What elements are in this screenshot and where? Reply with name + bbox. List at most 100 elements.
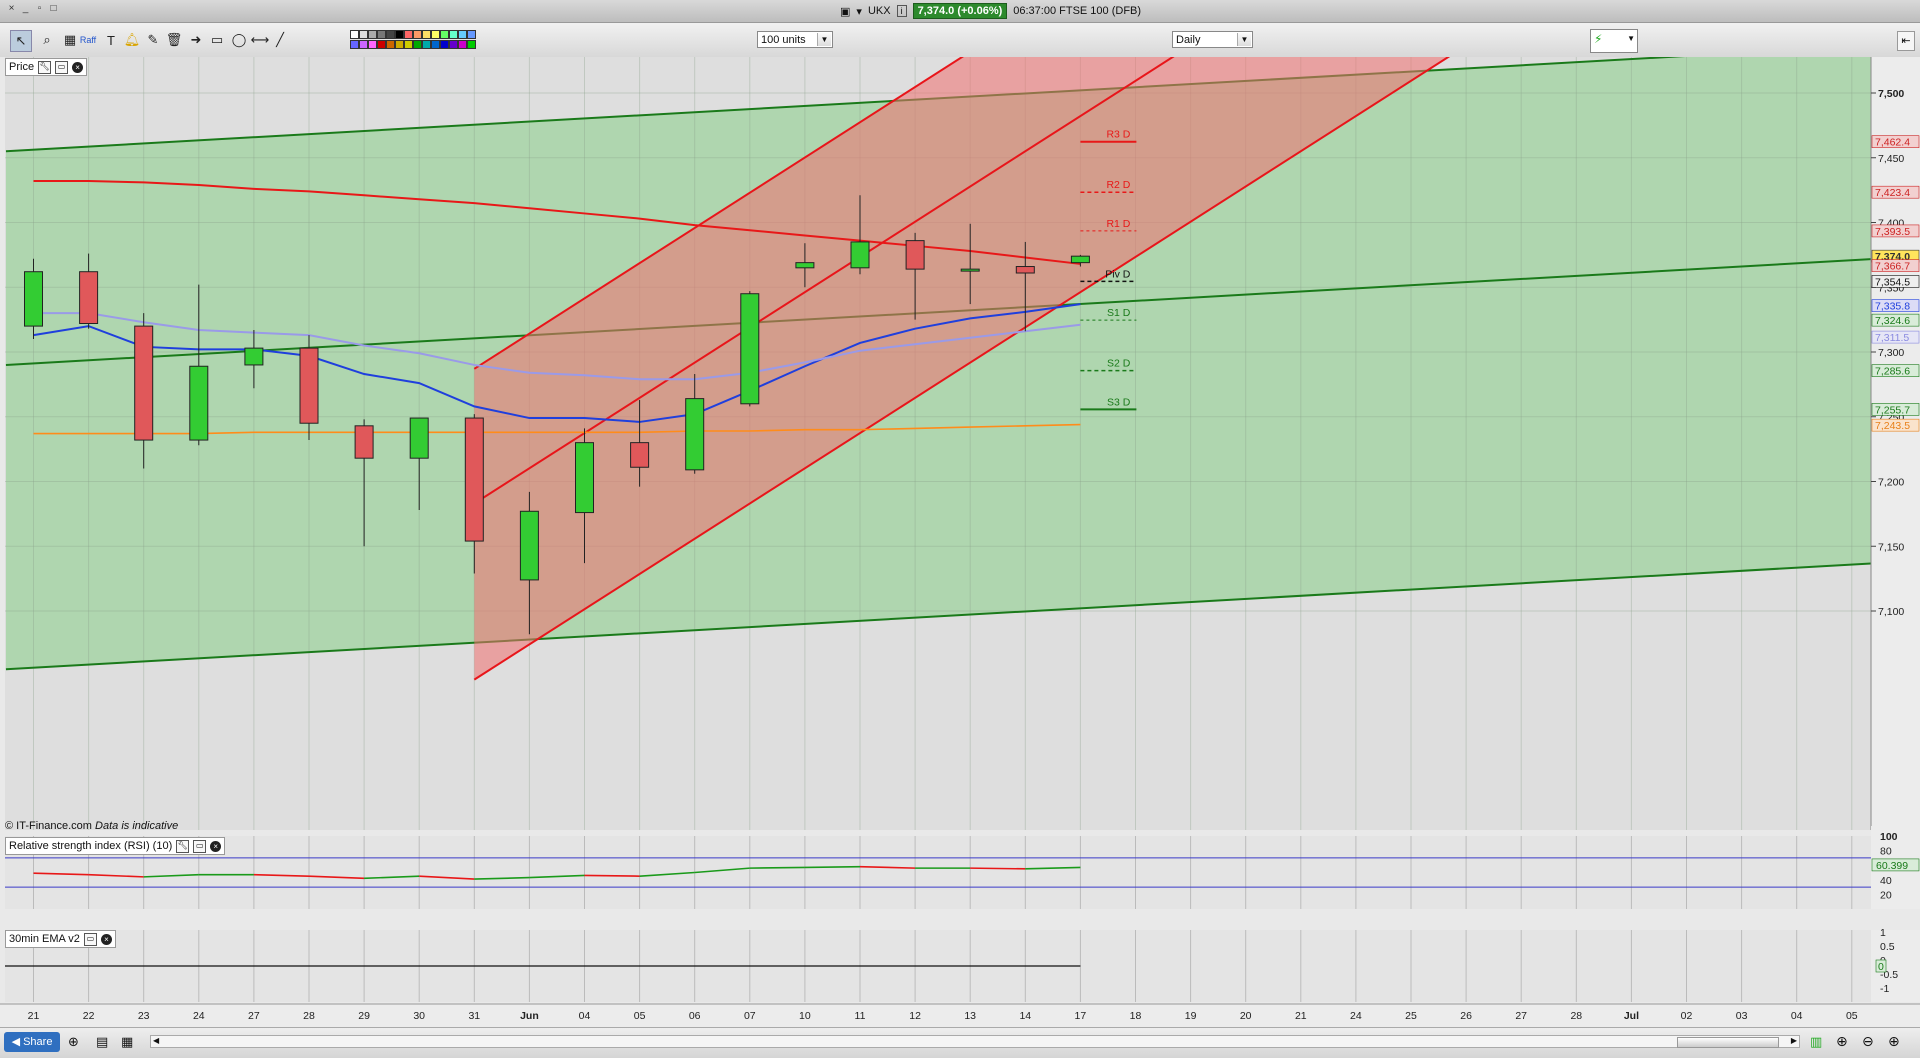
price-tick-label: 7,300 xyxy=(1878,347,1904,359)
candle-body[interactable] xyxy=(850,241,870,269)
chart-type-icon[interactable]: ▥ xyxy=(1810,1034,1822,1050)
trash-icon[interactable]: 🗑︎ xyxy=(164,30,184,50)
pin-icon[interactable]: ⇤ xyxy=(1897,31,1915,51)
candle-body[interactable] xyxy=(519,510,539,581)
color-swatch[interactable] xyxy=(440,40,449,49)
candle-body[interactable] xyxy=(740,293,760,405)
zoom-in-icon[interactable]: ⊕ xyxy=(1888,1033,1900,1050)
color-swatch[interactable] xyxy=(458,40,467,49)
candle-body[interactable] xyxy=(409,417,429,459)
maximize-panel-icon[interactable]: ▭ xyxy=(83,932,97,946)
ellipse-tool-icon[interactable]: ◯ xyxy=(229,30,249,50)
interval-select[interactable]: Daily ▼ xyxy=(1172,31,1253,48)
color-swatch[interactable] xyxy=(449,40,458,49)
raff-channel-icon[interactable]: Raff xyxy=(78,30,98,50)
color-swatch[interactable] xyxy=(395,40,404,49)
info-icon[interactable]: i xyxy=(896,5,907,17)
pen-tool-icon[interactable]: ✎ xyxy=(143,30,163,50)
chart-tool-icon[interactable]: ▦ xyxy=(60,30,80,50)
close-panel-icon[interactable]: × xyxy=(210,840,222,852)
color-swatch[interactable] xyxy=(350,40,359,49)
trendline-tool-icon[interactable]: ╱ xyxy=(270,30,290,50)
color-swatch[interactable] xyxy=(449,30,458,39)
maximize-panel-icon[interactable]: ▭ xyxy=(193,839,207,853)
color-swatch[interactable] xyxy=(467,40,476,49)
alert-bell-icon[interactable]: 🔔︎ xyxy=(122,30,142,50)
color-swatch[interactable] xyxy=(386,30,395,39)
text-tool-icon[interactable]: T xyxy=(101,30,121,50)
candle-body[interactable] xyxy=(464,417,484,542)
candle-body[interactable] xyxy=(244,347,264,366)
zoom-icon[interactable]: ⌕ xyxy=(37,30,57,50)
candle-body[interactable] xyxy=(79,271,99,325)
restore-window-icon[interactable]: ▫ xyxy=(34,4,45,15)
candle-body[interactable] xyxy=(1070,255,1090,264)
rsi-tick-label: 40 xyxy=(1880,875,1892,887)
close-panel-icon[interactable]: × xyxy=(100,933,112,945)
units-select[interactable]: 100 units ▼ xyxy=(757,31,833,48)
scroll-right-icon[interactable]: ▶ xyxy=(1791,1036,1797,1045)
time-tick-label: 02 xyxy=(1681,1010,1693,1022)
time-tick-label: 05 xyxy=(634,1010,646,1022)
color-swatch[interactable] xyxy=(377,30,386,39)
candle-body[interactable] xyxy=(134,325,154,441)
color-swatch[interactable] xyxy=(404,30,413,39)
minimize-window-icon[interactable]: _ xyxy=(20,4,31,15)
close-window-icon[interactable]: × xyxy=(6,4,17,15)
color-swatch[interactable] xyxy=(359,30,368,39)
settings-wrench-icon[interactable]: 🔧︎ xyxy=(38,60,52,74)
candle-body[interactable] xyxy=(575,442,594,514)
color-swatch[interactable] xyxy=(413,40,422,49)
candle-body[interactable] xyxy=(189,365,209,441)
scroll-left-icon[interactable]: ◀ xyxy=(153,1036,159,1045)
pointer-icon[interactable]: ↖ xyxy=(10,30,32,52)
color-swatch[interactable] xyxy=(422,40,431,49)
zoom-out-icon[interactable]: ⊖ xyxy=(1862,1033,1874,1050)
link-icon[interactable]: ⊕ xyxy=(68,1034,79,1050)
candle-body[interactable] xyxy=(960,268,980,272)
share-button[interactable]: ◀ Share xyxy=(4,1032,60,1052)
color-swatch[interactable] xyxy=(368,30,377,39)
candle-body[interactable] xyxy=(795,262,815,269)
time-tick-label: 28 xyxy=(1570,1010,1582,1022)
calculator-icon[interactable]: ▤ xyxy=(96,1034,108,1050)
scroll-thumb[interactable] xyxy=(1677,1037,1779,1048)
arrow-tool-icon[interactable]: ➜ xyxy=(186,30,206,50)
color-swatch[interactable] xyxy=(404,40,413,49)
candle-body[interactable] xyxy=(630,442,650,468)
chart-style-button[interactable]: ⚡︎ ▼ xyxy=(1590,29,1638,53)
candle-body[interactable] xyxy=(1015,266,1035,274)
time-tick-label: 28 xyxy=(303,1010,315,1022)
color-swatch[interactable] xyxy=(368,40,377,49)
color-swatch[interactable] xyxy=(395,30,404,39)
color-swatch[interactable] xyxy=(422,30,431,39)
color-swatch[interactable] xyxy=(386,40,395,49)
color-swatch[interactable] xyxy=(377,40,386,49)
color-swatch[interactable] xyxy=(440,30,449,39)
candle-body[interactable] xyxy=(685,398,705,471)
price-chart[interactable]: R3 D R2 D R1 D Piv D S1 D S2 D S3 D 7,100 7,150… xyxy=(0,57,1920,1027)
horizontal-scrollbar[interactable]: ◀ ▶ xyxy=(150,1035,1800,1048)
color-swatch[interactable] xyxy=(431,30,440,39)
maximize-window-icon[interactable]: □ xyxy=(48,4,59,15)
color-swatch[interactable] xyxy=(359,40,368,49)
color-swatch[interactable] xyxy=(467,30,476,39)
color-swatch[interactable] xyxy=(431,40,440,49)
rectangle-tool-icon[interactable]: ▭ xyxy=(207,30,227,50)
close-panel-icon[interactable]: × xyxy=(72,61,84,73)
maximize-panel-icon[interactable]: ▭ xyxy=(55,60,69,74)
candle-body[interactable] xyxy=(24,271,43,327)
color-swatch[interactable] xyxy=(458,30,467,39)
crosshair-icon[interactable]: ⊕ xyxy=(1836,1033,1848,1050)
candle-body[interactable] xyxy=(299,347,319,424)
candle-body[interactable] xyxy=(354,425,374,459)
settings-wrench-icon[interactable]: 🔧︎ xyxy=(176,839,190,853)
table-icon[interactable]: ▦ xyxy=(121,1034,133,1050)
dropdown-icon[interactable]: ▾ xyxy=(856,5,862,18)
color-swatch[interactable] xyxy=(413,30,422,39)
color-palette[interactable] xyxy=(350,28,505,52)
time-tick-label: 06 xyxy=(689,1010,701,1022)
horizontal-line-tool-icon[interactable]: ⟷ xyxy=(250,30,270,50)
candle-body[interactable] xyxy=(905,240,925,270)
color-swatch[interactable] xyxy=(350,30,359,39)
